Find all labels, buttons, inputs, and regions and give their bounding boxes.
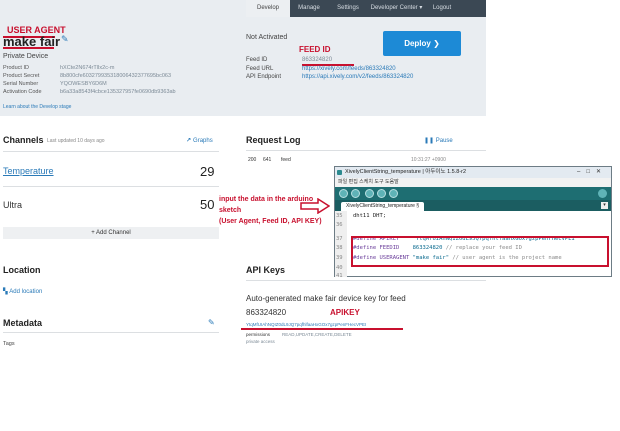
line-number: 38	[336, 245, 343, 251]
new-icon[interactable]	[365, 189, 374, 198]
log-resource[interactable]: feed	[281, 157, 291, 163]
serial-monitor-icon[interactable]	[598, 189, 607, 198]
product-id-value: hXCte2N674rTlIx2c-m	[60, 65, 115, 71]
graphs-link[interactable]: ↗ Graphs	[186, 137, 213, 144]
activation-code-value: b6a33a8543f4cbce135327957fe0690db9363ab	[60, 89, 176, 95]
arduino-menubar[interactable]: 파일 편집 스케치 도구 도움말	[335, 178, 611, 187]
serial-number-label: Serial Number	[3, 81, 39, 87]
api-endpoint-link[interactable]: https://api.xively.com/v2/feeds/86332482…	[302, 74, 413, 80]
add-location-link[interactable]: ▚ Add location	[3, 288, 42, 295]
apikey-value[interactable]: YtqMfUIAhNQIZ0dL9JQ7pqfhlfaaHxGOx7gzpPen…	[246, 322, 366, 327]
sketch-tab[interactable]: XivelyClientString_temperature §	[341, 202, 425, 211]
divider	[246, 150, 486, 151]
feed-url-label: Feed URL	[246, 66, 274, 72]
log-size: 641	[263, 157, 272, 163]
log-status-code: 200	[248, 157, 257, 163]
upload-icon[interactable]	[351, 189, 360, 198]
line-number: 39	[336, 255, 343, 261]
arduino-toolbar	[335, 187, 611, 200]
annotation-underline-apikey	[241, 328, 403, 330]
nav-manage[interactable]: Manage	[290, 0, 328, 17]
arduino-titlebar: XivelyClientString_temperature | 아두이노 1.…	[335, 167, 611, 178]
nav-developer-center[interactable]: Developer Center ▾	[368, 0, 425, 17]
channel-temperature-value: 29	[200, 164, 215, 179]
divider	[246, 280, 486, 281]
channel-temperature-link[interactable]: Temperature	[3, 166, 54, 176]
device-subtitle: Private Device	[3, 53, 49, 60]
divider	[3, 151, 219, 152]
line-number: 37	[336, 236, 343, 242]
channel-ultra-value: 50	[200, 197, 215, 212]
arrow-right-icon	[300, 198, 330, 214]
learn-develop-link[interactable]: Learn about the Develop stage	[3, 104, 71, 110]
divider	[3, 332, 219, 333]
add-location-label: Add location	[9, 289, 43, 295]
log-timestamp: 10:31:27 +0900	[411, 157, 446, 163]
graphs-label: Graphs	[193, 138, 213, 144]
channel-ultra-name[interactable]: Ultra	[3, 200, 22, 210]
channels-updated: Last updated 10 days ago	[47, 138, 105, 144]
serial-number-value: YQOWESBY6D6M	[60, 81, 107, 87]
pencil-icon[interactable]: ✎	[61, 34, 69, 45]
code-line[interactable]: dht11 DHT;	[353, 213, 386, 219]
location-title: Location	[3, 265, 41, 275]
apikey-feed-id: 863324820	[246, 308, 287, 317]
tab-menu-icon[interactable]: ▾	[601, 202, 608, 209]
channels-title: Channels	[3, 135, 44, 145]
activation-status: Not Activated	[246, 34, 288, 41]
line-number: 40	[336, 265, 343, 271]
feed-url-link[interactable]: https://xively.com/feeds/863324820	[302, 66, 396, 72]
pause-icon: ❚❚	[424, 138, 436, 144]
pause-label: Pause	[435, 138, 453, 144]
nav-develop[interactable]: Develop	[246, 0, 290, 17]
line-number: 41	[336, 273, 343, 279]
divider	[3, 186, 219, 187]
permissions-label: permissions	[246, 332, 271, 337]
arduino-tabbar: XivelyClientString_temperature § ▾	[335, 200, 611, 211]
api-keys-title: API Keys	[246, 265, 286, 275]
request-log-title: Request Log	[246, 135, 301, 145]
save-icon[interactable]	[389, 189, 398, 198]
api-endpoint-label: API Endpoint	[246, 74, 282, 80]
apikey-description: Auto-generated make fair device key for …	[246, 294, 406, 303]
graph-icon: ↗	[186, 138, 192, 144]
top-navbar: Develop Manage Settings Developer Center…	[246, 0, 486, 17]
pencil-icon[interactable]: ✎	[208, 318, 215, 327]
device-header	[0, 0, 486, 116]
feed-id-label: Feed ID	[246, 57, 268, 63]
verify-icon[interactable]	[339, 189, 348, 198]
product-id-label: Product ID	[3, 65, 29, 71]
product-secret-label: Product Secret	[3, 73, 40, 79]
private-access-label: private access	[246, 339, 275, 344]
arduino-ide-window: XivelyClientString_temperature | 아두이노 1.…	[334, 166, 612, 279]
open-icon[interactable]	[377, 189, 386, 198]
annotation-apikey: APIKEY	[330, 308, 360, 317]
product-secret-value: 8b800cfe603279935318006432377695bc063	[60, 73, 172, 79]
arduino-window-title: XivelyClientString_temperature | 아두이노 1.…	[345, 169, 467, 175]
tags-label: Tags	[3, 341, 15, 347]
metadata-title: Metadata	[3, 318, 43, 328]
arduino-logo-icon	[337, 170, 342, 175]
deploy-button[interactable]: Deploy ❯	[383, 31, 461, 56]
annotation-line: (User Agent, Feed ID, API KEY)	[219, 218, 322, 225]
add-channel-button[interactable]: + Add Channel	[3, 227, 219, 239]
annotation-highlight-box	[351, 236, 609, 267]
permissions-value: READ,UPDATE,CREATE,DELETE	[282, 332, 352, 337]
pause-button[interactable]: ❚❚ Pause	[424, 137, 453, 144]
annotation-underline-title	[3, 47, 54, 49]
nav-settings[interactable]: Settings	[328, 0, 368, 17]
window-controls[interactable]: –□✕	[577, 167, 607, 178]
feed-id-value: 863324820	[302, 57, 333, 63]
annotation-feed-id: FEED ID	[299, 45, 331, 54]
activation-code-label: Activation Code	[3, 89, 42, 95]
nav-logout[interactable]: Logout	[425, 0, 459, 17]
